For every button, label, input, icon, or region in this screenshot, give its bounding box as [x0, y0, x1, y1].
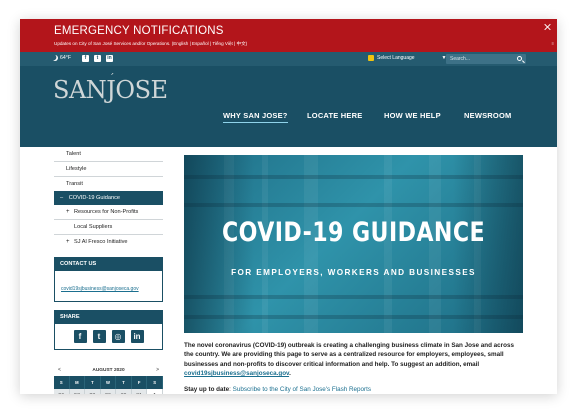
sidebar: Talent Lifestyle Transit – COVID-19 Guid… [54, 147, 163, 394]
calendar-header: < AUGUST 2020 > [54, 364, 163, 376]
logo-accent: ´ [109, 72, 115, 85]
share-heading: SHARE [54, 310, 163, 324]
facebook-icon[interactable]: f [73, 330, 87, 343]
nav-why-san-jose[interactable]: WHY SAN JOSE? [223, 111, 288, 123]
calendar-next-icon[interactable]: > [156, 367, 159, 373]
utility-bar: 64°F f t in Select Language ▼ Search... [20, 52, 557, 66]
collapse-icon[interactable]: – [60, 195, 63, 201]
calendar-month: AUGUST 2020 [92, 367, 125, 373]
search-icon[interactable] [517, 55, 522, 61]
emergency-banner[interactable]: EMERGENCY NOTIFICATIONS Updates on City … [20, 19, 557, 52]
calendar-day[interactable]: 28 [85, 389, 101, 394]
calendar-day[interactable]: 1 [147, 389, 163, 394]
stay-label: Stay up to date [184, 386, 230, 393]
sidebar-item-transit[interactable]: Transit [54, 177, 163, 191]
stay-up-to-date: Stay up to date: Subscribe to the City o… [184, 386, 371, 393]
contact-heading: CONTACT US [54, 257, 163, 271]
site-header: SANJOSE ´ WHY SAN JOSE? LOCATE HERE HOW … [20, 66, 557, 147]
intro-end: . [289, 370, 291, 378]
linkedin-icon[interactable]: in [106, 55, 113, 62]
twitter-icon[interactable]: t [94, 55, 101, 62]
calendar-day[interactable]: 31 [131, 389, 148, 394]
calendar-grid: S M T W T F S 26272829303112345678 [54, 376, 163, 394]
calendar-weekday: T [85, 376, 101, 389]
sidebar-item-label: COVID-19 Guidance [68, 195, 120, 201]
calendar-weekday: S [54, 376, 70, 389]
subscribe-link[interactable]: Subscribe to the City of San Jose's Flas… [233, 386, 371, 393]
intro-text: The novel coronavirus (COVID-19) outbrea… [184, 342, 514, 368]
weather-widget: 64°F [52, 55, 71, 61]
instagram-icon[interactable]: ◎ [111, 330, 125, 343]
calendar-weekday: T [116, 376, 132, 389]
moon-icon [52, 55, 58, 61]
nav-newsroom[interactable]: NEWSROOM [464, 111, 511, 120]
contact-email-link[interactable]: covid19sjbusiness@sanjoseca.gov [61, 286, 139, 292]
language-selector[interactable]: Select Language ▼ [368, 55, 447, 61]
search-placeholder: Search... [450, 56, 471, 62]
expand-icon[interactable]: + [66, 205, 70, 219]
emergency-subtitle[interactable]: Updates on City of San José Services and… [54, 41, 247, 47]
calendar-weekday: M [69, 376, 86, 389]
language-label: Select Language [377, 55, 415, 61]
calendar-weekday: W [100, 376, 117, 389]
calendar-day[interactable]: 30 [116, 389, 132, 394]
emergency-title[interactable]: EMERGENCY NOTIFICATIONS [54, 25, 224, 37]
sidebar-item-talent[interactable]: Talent [54, 147, 163, 161]
sidebar-item-covid-19-guidance[interactable]: – COVID-19 Guidance [54, 191, 163, 205]
temperature: 64°F [60, 55, 72, 61]
sidebar-item-label: SJ Al Fresco Initiative [74, 239, 128, 245]
sidebar-item-label: Resources for Non-Profits [74, 209, 139, 215]
twitter-icon[interactable]: t [92, 330, 106, 343]
nav-how-we-help[interactable]: HOW WE HELP [384, 111, 441, 120]
calendar: < AUGUST 2020 > S M T W T F S 2627282930… [54, 364, 163, 394]
calendar-prev-icon[interactable]: < [58, 367, 61, 373]
close-icon[interactable] [544, 23, 552, 31]
calendar-day[interactable]: 27 [69, 389, 86, 394]
search-input[interactable]: Search... [446, 54, 526, 64]
browser-frame: EMERGENCY NOTIFICATIONS Updates on City … [20, 19, 557, 394]
emergency-menu-icon[interactable]: ≡ [552, 41, 554, 46]
sidebar-item-resources-non-profits[interactable]: + Resources for Non-Profits [54, 205, 163, 219]
calendar-day[interactable]: 26 [54, 389, 70, 394]
sidebar-item-lifestyle[interactable]: Lifestyle [54, 162, 163, 176]
share-box: f t ◎ in [54, 324, 163, 350]
linkedin-icon[interactable]: in [130, 330, 144, 343]
translate-icon [368, 55, 374, 61]
calendar-day[interactable]: 29 [100, 389, 117, 394]
calendar-weekday: F [131, 376, 148, 389]
hero-banner: COVID-19 GUIDANCE FOR EMPLOYERS, WORKERS… [184, 155, 523, 333]
facebook-icon[interactable]: f [82, 55, 89, 62]
sidebar-item-local-suppliers[interactable]: Local Suppliers [54, 220, 163, 234]
suggest-email-link[interactable]: covid19sjbusiness@sanjoseca.gov [184, 370, 289, 377]
nav-locate-here[interactable]: LOCATE HERE [307, 111, 362, 120]
hero-title: COVID-19 GUIDANCE [221, 217, 486, 248]
calendar-weekday: S [147, 376, 163, 389]
hero-subtitle: FOR EMPLOYERS, WORKERS AND BUSINESSES [231, 268, 476, 277]
contact-box: covid19sjbusiness@sanjoseca.gov [54, 271, 163, 302]
sidebar-item-sj-al-fresco[interactable]: + SJ Al Fresco Initiative [54, 235, 163, 249]
san-jose-logo[interactable]: SANJOSE ´ [53, 72, 168, 104]
expand-icon[interactable]: + [66, 235, 70, 249]
intro-paragraph: The novel coronavirus (COVID-19) outbrea… [184, 341, 524, 379]
